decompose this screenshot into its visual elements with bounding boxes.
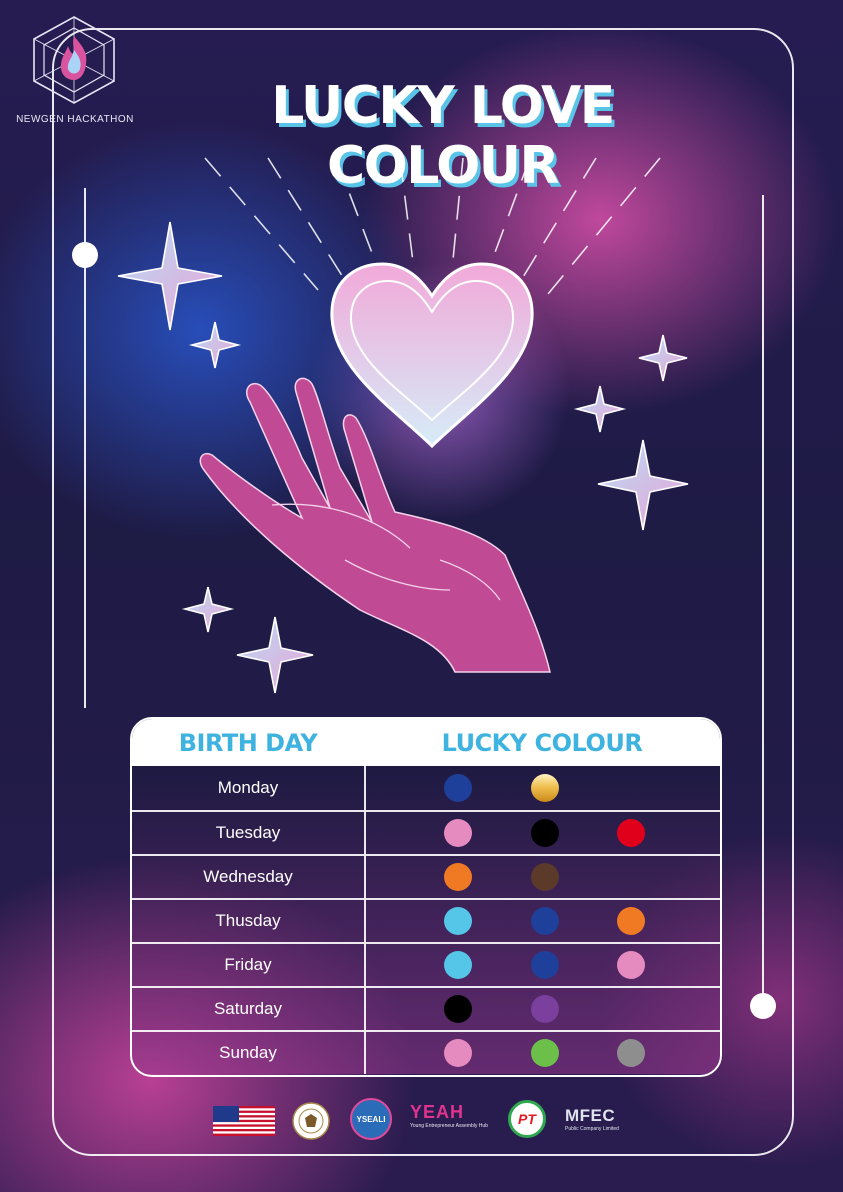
sparkle-icon [573, 385, 627, 433]
pt-logo: PT [508, 1100, 546, 1138]
colour-swatch [617, 819, 645, 847]
colour-swatch [444, 819, 472, 847]
colour-swatch [444, 951, 472, 979]
sparkle-icon [597, 439, 689, 531]
birth-day-cell: Monday [132, 766, 366, 810]
lucky-colour-cell [366, 1032, 720, 1074]
table-body: Monday Tuesday Wednesday Thusday Friday Satur… [132, 766, 720, 1074]
colour-swatch [531, 995, 559, 1023]
birth-day-cell: Wednesday [132, 856, 366, 898]
table-header: BIRTH DAY LUCKY COLOUR [132, 719, 720, 766]
header-lucky-colour: LUCKY COLOUR [441, 728, 643, 757]
birth-day-cell: Friday [132, 944, 366, 986]
colour-swatch [444, 1039, 472, 1067]
colour-swatch [531, 951, 559, 979]
colour-swatch [531, 863, 559, 891]
sparkle-icon [181, 586, 235, 633]
lucky-colour-table: BIRTH DAY LUCKY COLOUR Monday Tuesday Wedn… [130, 717, 722, 1077]
birth-day-cell: Sunday [132, 1032, 366, 1074]
sparkle-icon [638, 334, 688, 382]
table-row: Sunday [132, 1030, 720, 1074]
lucky-colour-cell [366, 766, 720, 810]
table-row: Wednesday [132, 854, 720, 898]
birth-day-cell: Tuesday [132, 812, 366, 854]
light-rays [204, 157, 661, 295]
colour-swatch [531, 907, 559, 935]
lucky-colour-cell [366, 988, 720, 1030]
colour-swatch [444, 995, 472, 1023]
colour-swatch [531, 1039, 559, 1067]
sparkle-icon [188, 321, 242, 369]
lucky-colour-cell [366, 900, 720, 942]
table-row: Thusday [132, 898, 720, 942]
lucky-colour-cell [366, 812, 720, 854]
table-row: Tuesday [132, 810, 720, 854]
header-birth-day: BIRTH DAY [178, 728, 318, 757]
colour-swatch [444, 774, 472, 802]
birth-day-cell: Saturday [132, 988, 366, 1030]
sparkle-icon [117, 221, 223, 331]
colour-swatch [617, 951, 645, 979]
lucky-colour-cell [366, 944, 720, 986]
sponsor-bar: YSEALI YEAH Young Entrepreneur Assembly … [210, 1098, 630, 1142]
us-flag-icon [213, 1106, 275, 1136]
yseali-logo: YSEALI [350, 1098, 392, 1140]
right-rail-dot [750, 993, 776, 1019]
colour-swatch [531, 774, 559, 802]
lucky-colour-cell [366, 856, 720, 898]
colour-swatch [531, 819, 559, 847]
mfec-logo: MFEC Public Company Limited [565, 1106, 619, 1132]
table-row: Monday [132, 766, 720, 810]
yeah-logo: YEAH Young Entrepreneur Assembly Hub [410, 1102, 488, 1129]
colour-swatch [444, 863, 472, 891]
birth-day-cell: Thusday [132, 900, 366, 942]
sparkle-icon [236, 616, 314, 694]
embassy-seal-icon [292, 1102, 330, 1140]
table-row: Saturday [132, 986, 720, 1030]
colour-swatch [617, 1039, 645, 1067]
hand-heart-illustration [117, 157, 689, 694]
colour-swatch [444, 907, 472, 935]
table-row: Friday [132, 942, 720, 986]
hand-icon [199, 377, 551, 673]
colour-swatch [617, 907, 645, 935]
